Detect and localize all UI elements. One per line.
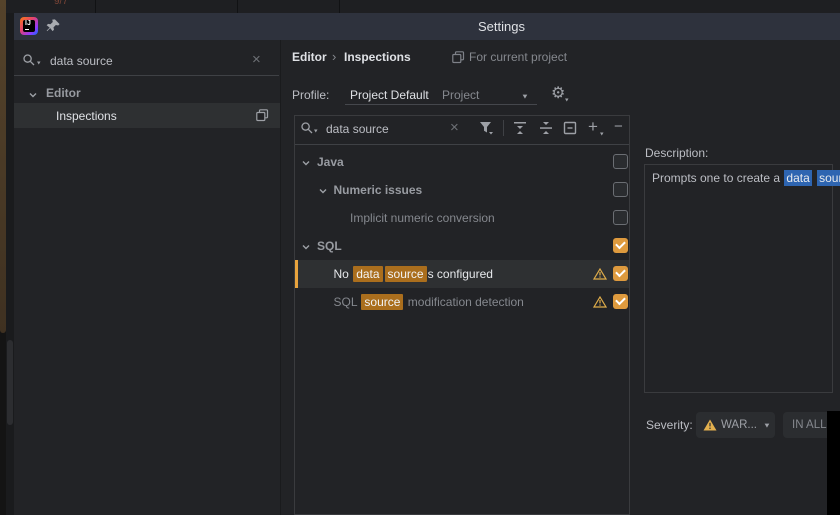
inspection-checkbox[interactable] [613, 210, 628, 225]
sidebar-item-label: Editor [46, 86, 81, 100]
inspection-label: Implicit numeric conversion [350, 204, 495, 232]
profile-label: Profile: [292, 88, 330, 102]
inspection-tree-row[interactable]: SQL [295, 232, 629, 260]
sidebar-search-input[interactable]: data source [50, 54, 113, 68]
search-history-caret-icon[interactable]: ▾ [37, 60, 41, 66]
search-match-highlight: source [361, 294, 404, 310]
gear-caret-icon: ▾ [565, 97, 569, 104]
inspection-label: Numeric issues [334, 176, 423, 204]
expand-all-icon[interactable] [512, 120, 528, 139]
severity-value: WAR... [721, 419, 757, 431]
warning-icon [703, 419, 717, 431]
settings-screen: 9/7 IJ Settings ▾ data source × Editor I… [0, 0, 840, 515]
dialog-title: Settings [478, 19, 525, 34]
intellij-logo-icon: IJ [20, 17, 38, 35]
description-box [644, 164, 833, 393]
profile-suffix: Project [442, 88, 480, 102]
clear-search-icon[interactable]: × [450, 119, 459, 136]
tab-divider [237, 0, 238, 13]
search-match-highlight: data [353, 266, 383, 282]
chevron-down-icon[interactable] [28, 89, 38, 103]
warning-icon [592, 295, 608, 311]
inspection-checkbox[interactable] [613, 154, 628, 169]
inspection-tree: Java Numeric issues Implicit numeric conve… [295, 146, 629, 514]
search-match-highlight: source [817, 170, 840, 186]
breadcrumb-separator: › [332, 49, 337, 64]
search-match-highlight: data [784, 170, 812, 186]
tab-divider [339, 0, 340, 13]
breadcrumb-page: Inspections [344, 50, 411, 64]
project-scope-icon [256, 109, 269, 125]
search-icon [22, 53, 36, 70]
sidebar-item-inspections[interactable]: Inspections [14, 103, 280, 128]
inspection-checkbox[interactable] [613, 238, 628, 253]
inspection-tree-row[interactable]: No data source s configured [295, 260, 629, 288]
inspection-search-input[interactable]: data source [326, 122, 389, 136]
inspection-tree-row[interactable]: Java [295, 148, 629, 176]
profile-combobox[interactable]: Project Default Project ▼ [345, 84, 537, 105]
inspection-checkbox[interactable] [613, 294, 628, 309]
severity-label: Severity: [646, 418, 693, 432]
add-caret-icon: ▾ [600, 131, 604, 138]
collapse-all-icon[interactable] [538, 120, 554, 139]
severity-dropdown[interactable]: WAR... ▼ [696, 412, 775, 438]
description-text-segment [813, 171, 816, 185]
gear-icon[interactable]: ⚙ [551, 83, 565, 103]
label-text: SQL [317, 239, 342, 253]
filter-icon[interactable] [478, 120, 494, 139]
tree-search-underline [295, 144, 629, 145]
sidebar-item-editor[interactable]: Editor [14, 82, 280, 104]
screen-edge-black-corner [827, 411, 840, 515]
label-text: Java [317, 155, 344, 169]
toolbar-divider [503, 120, 504, 136]
inspection-label: SQL source modification detection [334, 288, 524, 316]
background-window-strip: 9/7 [6, 0, 840, 13]
inspection-label: No data source s configured [334, 260, 493, 288]
chevron-down-icon: ▼ [521, 92, 529, 101]
chevron-down-icon: ▼ [763, 421, 771, 429]
label-text: s configured [427, 267, 493, 281]
collapse-node-icon[interactable] [562, 120, 578, 139]
description-text: Prompts one to create a data source [652, 170, 840, 186]
inspection-tree-row[interactable]: Numeric issues [295, 176, 629, 204]
description-text-segment: Prompts one to create a [652, 171, 784, 185]
warning-icon [592, 267, 608, 283]
inspection-checkbox[interactable] [613, 266, 628, 281]
description-label: Description: [645, 146, 709, 160]
remove-icon[interactable]: − [614, 118, 623, 135]
chevron-down-icon[interactable] [301, 241, 311, 255]
chevron-down-icon[interactable] [301, 157, 311, 171]
settings-sidebar: ▾ data source × Editor Inspections [14, 40, 280, 515]
add-icon[interactable]: + [588, 117, 598, 137]
tab-divider [95, 0, 96, 13]
panel-divider [280, 40, 281, 515]
sidebar-item-label: Inspections [56, 109, 117, 123]
inspection-tree-row[interactable]: Implicit numeric conversion [295, 204, 629, 232]
pin-icon[interactable] [46, 18, 61, 36]
clear-search-icon[interactable]: × [252, 51, 261, 68]
breadcrumb-scope-label: For current project [469, 50, 568, 64]
search-icon [300, 121, 314, 138]
inspection-tree-row[interactable]: SQL source modification detection [295, 288, 629, 316]
breadcrumb-section[interactable]: Editor [292, 50, 327, 64]
search-history-caret-icon[interactable]: ▾ [314, 128, 318, 134]
sidebar-search-underline [14, 75, 279, 76]
search-match-highlight: source [384, 266, 427, 282]
gutter-scrollbar-thumb[interactable] [7, 340, 13, 425]
label-text: SQL [333, 295, 361, 309]
chevron-down-icon[interactable] [318, 185, 328, 199]
label-text: Numeric issues [333, 183, 423, 197]
inspection-label: SQL [317, 232, 342, 260]
severity-scope-value: IN ALL [792, 419, 827, 431]
label-text: modification detection [404, 295, 524, 309]
dialog-titlebar[interactable]: IJ Settings [14, 13, 840, 40]
project-scope-icon [452, 51, 465, 67]
inspection-label: Java [317, 148, 344, 176]
label-text: Implicit numeric conversion [350, 211, 495, 225]
clipped-tab-text: 9/7 [54, 0, 68, 7]
profile-value: Project Default [350, 88, 429, 102]
ide-left-gutter [6, 0, 14, 515]
inspection-checkbox[interactable] [613, 182, 628, 197]
label-text: No [333, 267, 353, 281]
